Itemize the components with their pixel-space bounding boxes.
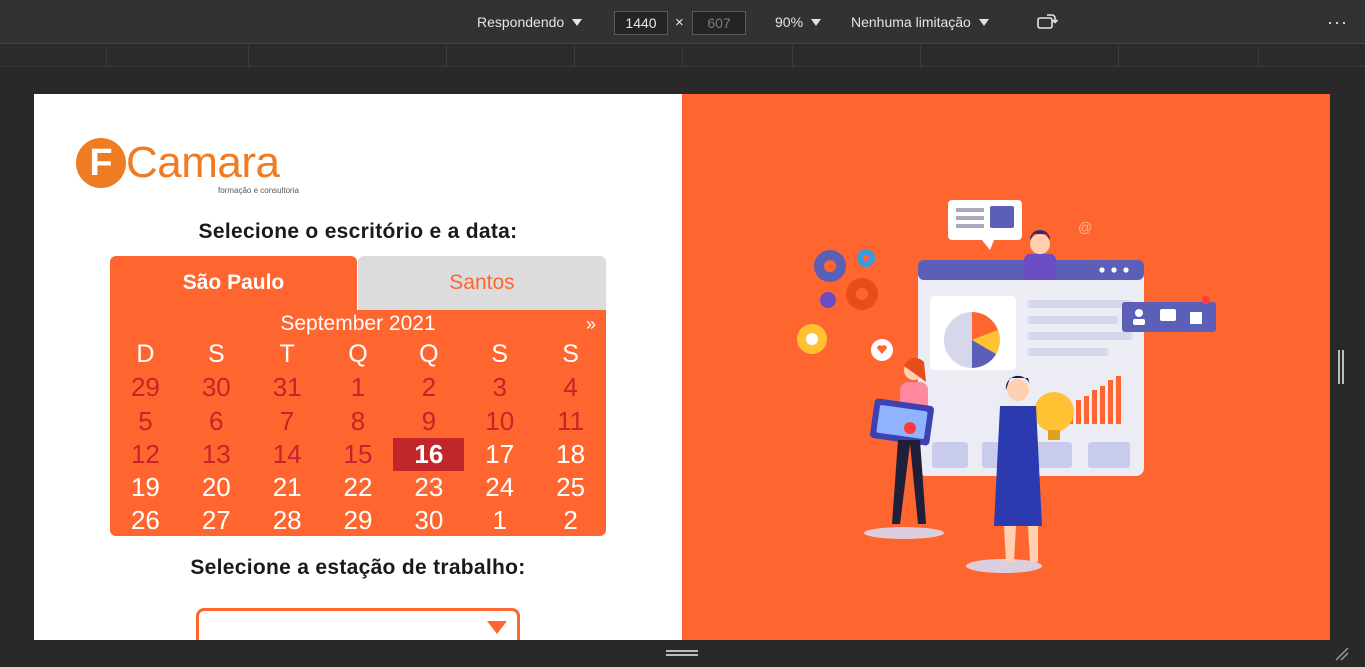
calendar-day[interactable]: 22: [323, 471, 394, 504]
throttle-dropdown[interactable]: Nenhuma limitação: [851, 0, 989, 44]
throttle-label: Nenhuma limitação: [851, 14, 971, 30]
calendar-day-disabled: 11: [557, 405, 585, 436]
calendar-week-row: 29 30 31 1 2 3 4: [110, 371, 606, 404]
calendar-day-disabled: 7: [279, 405, 295, 436]
zoom-dropdown[interactable]: 90%: [775, 0, 822, 44]
chevron-down-icon: [572, 18, 583, 26]
calendar-day-disabled: 2: [421, 372, 437, 403]
calendar-day-disabled: 14: [272, 438, 302, 469]
logo-name: Camara: [126, 138, 280, 187]
weekday-label: T: [279, 340, 295, 368]
calendar-day-disabled: 9: [421, 405, 437, 436]
booking-panel: F Camara formação e consultoria Selecion…: [34, 94, 682, 640]
svg-text:@: @: [1078, 219, 1092, 235]
calendar-day[interactable]: 25: [535, 471, 606, 504]
viewport-width-input[interactable]: 1440: [614, 11, 668, 35]
logo-tagline: formação e consultoria: [218, 186, 299, 195]
calendar-day[interactable]: 19: [110, 471, 181, 504]
calendar-day-disabled: 29: [130, 372, 160, 403]
calendar-day-disabled: 5: [138, 405, 153, 436]
viewport-height-input[interactable]: 607: [692, 11, 746, 35]
calendar-day-disabled: 8: [350, 405, 366, 436]
weekday-label: Q: [419, 340, 439, 368]
calendar-grid: D S T Q Q S S 29 30 31 1 2 3 4 5 6 7 8 9 10 11 12 13 14 15 16 17 18…: [110, 338, 606, 538]
calendar-day-selected[interactable]: 16: [393, 437, 465, 472]
tab-santos[interactable]: Santos: [358, 256, 606, 310]
calendar-day[interactable]: 18: [535, 438, 606, 471]
workstation-heading: Selecione a estação de trabalho:: [190, 556, 526, 579]
illustration-panel: @: [682, 94, 1330, 640]
media-query-ruler: [0, 45, 1365, 67]
calendar-day[interactable]: 29: [323, 504, 394, 537]
more-options-icon[interactable]: ···: [1327, 0, 1348, 44]
calendar-day[interactable]: 24: [464, 471, 535, 504]
calendar-day[interactable]: 2: [535, 504, 606, 537]
weekday-label: S: [491, 340, 509, 368]
calendar-day-disabled: 3: [492, 372, 507, 403]
side-resize-handle[interactable]: [1338, 350, 1346, 384]
zoom-label: 90%: [775, 14, 804, 30]
chevron-down-icon: [811, 18, 822, 26]
calendar-week-row: 26 27 28 29 30 1 2: [110, 504, 606, 537]
calendar-day-disabled: 13: [201, 438, 231, 469]
rotate-icon[interactable]: [1036, 0, 1058, 44]
calendar-week-row: 12 13 14 15 16 17 18: [110, 437, 606, 472]
calendar-day[interactable]: 20: [181, 471, 252, 504]
calendar-day[interactable]: 17: [464, 438, 535, 471]
calendar-week-row: 5 6 7 8 9 10 11: [110, 405, 606, 438]
calendar-day-disabled: 12: [130, 438, 160, 469]
calendar-day[interactable]: 30: [393, 504, 464, 537]
calendar-day[interactable]: 28: [252, 504, 323, 537]
weekday-label: S: [562, 340, 579, 368]
calendar-day[interactable]: 1: [464, 504, 535, 537]
date-calendar: September 2021 » D S T Q Q S S 29 30 31 1 2 3 4 5 6 7 8 9 1…: [110, 310, 606, 536]
calendar-day[interactable]: 23: [393, 471, 464, 504]
device-mode-dropdown[interactable]: Respondendo: [477, 0, 583, 44]
emulated-page: F Camara formação e consultoria Selecion…: [34, 94, 1330, 640]
office-date-heading: Selecione o escritório e a data:: [198, 220, 518, 243]
calendar-day[interactable]: 27: [181, 504, 252, 537]
weekday-label: Q: [348, 340, 368, 368]
weekday-label: D: [136, 340, 155, 368]
bottom-resize-handle[interactable]: [666, 650, 698, 658]
device-mode-label: Respondendo: [477, 14, 565, 30]
calendar-day-disabled: 6: [209, 405, 224, 436]
dropdown-arrow-icon: [487, 621, 507, 634]
office-tabs: São Paulo Santos: [110, 256, 606, 310]
calendar-day-disabled: 1: [350, 372, 366, 403]
calendar-day[interactable]: 26: [110, 504, 181, 537]
calendar-day-disabled: 31: [272, 372, 302, 403]
corner-resize-icon[interactable]: [1334, 646, 1350, 662]
calendar-day-disabled: 15: [343, 438, 373, 469]
weekday-row: DSTQQSS: [110, 338, 606, 371]
logo-mark: F: [76, 138, 126, 188]
devtools-toolbar: Respondendo 1440 × 607 90% Nenhuma limit…: [0, 0, 1365, 44]
chevron-down-icon: [978, 18, 989, 26]
calendar-day-disabled: 4: [563, 372, 578, 403]
company-logo: F Camara formação e consultoria: [76, 136, 316, 196]
calendar-day[interactable]: 21: [252, 471, 323, 504]
calendar-month-title: September 2021: [280, 312, 436, 335]
workstation-select[interactable]: [196, 608, 520, 640]
tab-sao-paulo[interactable]: São Paulo: [110, 256, 357, 310]
calendar-day-disabled: 30: [201, 372, 231, 403]
calendar-week-row: 19 20 21 22 23 24 25: [110, 471, 606, 504]
weekday-label: S: [207, 340, 225, 368]
calendar-day-disabled: 10: [485, 405, 515, 436]
next-month-button[interactable]: »: [586, 314, 596, 335]
times-symbol: ×: [675, 13, 684, 31]
digital-marketing-illustration: @: [797, 200, 1216, 573]
